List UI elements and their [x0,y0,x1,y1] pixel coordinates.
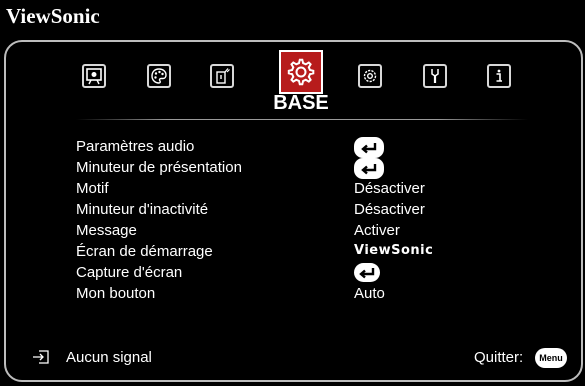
setting-value: Désactiver [354,201,425,218]
setting-row-presentation-timer[interactable]: Minuteur de présentation [76,158,536,179]
brand-logo: ViewSonic [6,4,100,28]
setting-value: Activer [354,222,400,239]
tab-information[interactable] [487,64,511,88]
status-footer: Aucun signal Quitter: Menu [6,347,581,371]
tab-image[interactable] [147,64,171,88]
setting-row-audio[interactable]: Paramètres audio [76,137,536,158]
setting-row-message[interactable]: Message Activer [76,222,536,242]
osd-window: ViewSonic BASE Paramètres audio Minuteur… [0,0,585,386]
setting-label: Écran de démarrage [76,243,213,260]
display-icon [86,68,102,85]
setting-value: Auto [354,285,385,302]
active-tab-label: BASE [273,92,329,114]
enter-icon [361,142,377,153]
info-icon [496,69,502,82]
divider [76,119,528,120]
palette-icon [151,68,167,84]
power-icon [216,68,230,84]
enter-button[interactable] [354,137,384,158]
menu-button[interactable]: Menu [535,348,567,368]
menu-panel: BASE Paramètres audio Minuteur de présen… [4,40,583,382]
wrench-icon [431,69,439,83]
setting-row-screen-capture[interactable]: Capture d'écran [76,263,536,284]
setting-label: Capture d'écran [76,264,183,281]
enter-icon [361,163,377,174]
enter-button[interactable] [354,263,380,282]
enter-icon [359,267,375,278]
setting-row-inactivity-timer[interactable]: Minuteur d'inactivité Désactiver [76,201,536,221]
tab-bar: BASE [6,42,581,122]
advanced-gear-icon [363,69,377,83]
quit-label: Quitter: [474,349,524,366]
tab-advanced[interactable] [358,64,382,88]
tab-display[interactable] [82,64,106,88]
input-source-icon [33,350,49,364]
tab-power[interactable] [210,64,234,88]
setting-label: Minuteur d'inactivité [76,201,209,218]
setting-row-pattern[interactable]: Motif Désactiver [76,180,536,200]
tab-base[interactable] [279,50,323,94]
setting-label: Mon bouton [76,285,156,302]
setting-row-my-button[interactable]: Mon bouton Auto [76,285,536,305]
signal-status: Aucun signal [66,349,152,366]
enter-button[interactable] [354,158,384,179]
setting-value: Désactiver [354,180,425,197]
setting-label: Minuteur de présentation [76,159,242,176]
setting-row-splash-screen[interactable]: Écran de démarrage ViewSonic [76,243,536,263]
setting-label: Message [76,222,137,239]
tab-maintenance[interactable] [423,64,447,88]
gear-icon [287,58,315,86]
setting-label: Motif [76,180,109,197]
setting-label: Paramètres audio [76,138,195,155]
setting-value: ViewSonic [354,243,434,258]
